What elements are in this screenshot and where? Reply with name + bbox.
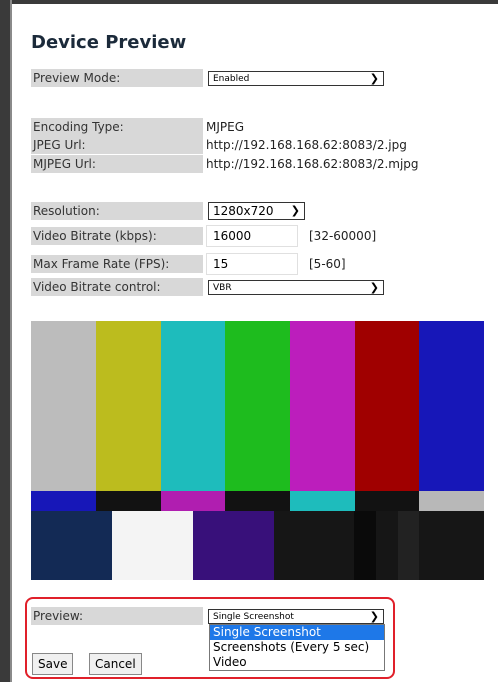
cancel-button[interactable]: Cancel xyxy=(89,653,142,675)
bitrate-control-value: VBR xyxy=(213,283,232,293)
preview-option-single-screenshot[interactable]: Single Screenshot xyxy=(210,625,384,640)
chevron-down-icon: ❯ xyxy=(290,204,300,217)
window-left-border xyxy=(0,0,12,682)
window-top-border xyxy=(0,0,498,4)
save-button[interactable]: Save xyxy=(32,653,74,675)
preview-dropdown-list: Single Screenshot Screenshots (Every 5 s… xyxy=(209,624,385,671)
framerate-input[interactable]: 15 xyxy=(206,253,298,275)
preview-selected-value: Single Screenshot xyxy=(213,612,294,622)
chevron-down-icon: ❯ xyxy=(369,281,379,294)
preview-option-screenshots-every-5-sec[interactable]: Screenshots (Every 5 sec) xyxy=(210,640,384,655)
bitrate-control-label: Video Bitrate control: xyxy=(31,278,203,296)
page-title: Device Preview xyxy=(31,32,187,53)
encoding-type-label: Encoding Type: xyxy=(31,118,203,136)
preview-image xyxy=(31,321,484,580)
mjpeg-url-value: http://192.168.168.62:8083/2.mjpg xyxy=(206,157,419,171)
bitrate-label: Video Bitrate (kbps): xyxy=(31,227,203,245)
jpeg-url-value: http://192.168.168.62:8083/2.jpg xyxy=(206,138,407,152)
jpeg-url-label: JPEG Url: xyxy=(31,136,203,154)
preview-mode-select[interactable]: Enabled ❯ xyxy=(208,71,384,86)
chevron-down-icon: ❯ xyxy=(369,610,379,623)
encoding-type-value: MJPEG xyxy=(206,120,245,134)
preview-mode-value: Enabled xyxy=(213,74,250,84)
chevron-down-icon: ❯ xyxy=(369,72,379,85)
resolution-value: 1280x720 xyxy=(213,204,274,218)
preview-option-video[interactable]: Video xyxy=(210,655,384,670)
mjpeg-url-label: MJPEG Url: xyxy=(31,155,203,173)
framerate-label: Max Frame Rate (FPS): xyxy=(31,255,203,273)
bitrate-input[interactable]: 16000 xyxy=(206,225,298,247)
bitrate-range: [32-60000] xyxy=(309,229,377,243)
bitrate-control-select[interactable]: VBR ❯ xyxy=(208,280,384,295)
resolution-label: Resolution: xyxy=(31,202,203,220)
resolution-select[interactable]: 1280x720 ❯ xyxy=(208,202,305,220)
framerate-range: [5-60] xyxy=(309,257,346,271)
preview-mode-label: Preview Mode: xyxy=(31,69,203,87)
preview-label: Preview: xyxy=(31,607,203,625)
preview-select[interactable]: Single Screenshot ❯ xyxy=(208,609,384,624)
